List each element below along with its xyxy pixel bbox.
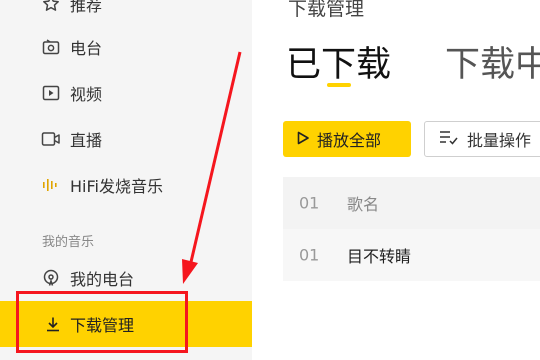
row-num: 01 [299,245,320,265]
sidebar-item-label: HiFi发烧音乐 [70,177,163,196]
tab-downloading[interactable]: 下载中 [445,36,540,87]
row-song-title: 目不转睛 [347,247,412,266]
section-label-my-music: 我的音乐 [42,235,95,250]
star-icon [40,0,62,15]
table-header: 01 歌名 [283,177,540,229]
sidebar-item-label: 电台 [70,39,103,58]
sidebar-item-download-manager[interactable]: 下载管理 [0,301,252,347]
sidebar: 推荐 电台 视频 直播 HiFi发烧音乐 我的音乐 我的电台 下载管理 [0,0,252,360]
sidebar-item-hifi[interactable]: HiFi发烧音乐 [0,162,252,208]
checklist-icon [439,129,459,149]
sidebar-item-recommend[interactable]: 推荐 [0,0,252,27]
page-title: 下载管理 [288,0,365,20]
podcast-icon [40,267,62,289]
sidebar-item-video[interactable]: 视频 [0,70,252,116]
sidebar-item-label: 下载管理 [70,316,135,335]
sidebar-item-label: 我的电台 [70,270,135,289]
play-all-label: 播放全部 [317,131,382,150]
download-icon [42,313,64,335]
sidebar-item-label: 视频 [70,85,103,104]
play-all-button[interactable]: 播放全部 [283,121,411,157]
video-icon [40,82,62,104]
sidebar-item-label: 直播 [70,131,103,150]
play-icon [297,130,309,149]
table-row[interactable]: 01 目不转睛 [283,229,540,281]
header-song-title: 歌名 [347,195,380,214]
radio-icon [40,36,62,58]
sidebar-item-radio[interactable]: 电台 [0,24,252,70]
sidebar-item-live[interactable]: 直播 [0,116,252,162]
tab-downloaded[interactable]: 已下载 [286,36,391,87]
batch-operation-label: 批量操作 [467,131,532,150]
sidebar-item-my-radio[interactable]: 我的电台 [0,255,252,301]
sidebar-item-label: 推荐 [70,0,103,15]
live-camera-icon [40,128,62,150]
header-num: 01 [299,193,320,213]
hifi-wave-icon [40,174,62,196]
active-tab-indicator [327,83,351,87]
batch-operation-button[interactable]: 批量操作 [424,121,540,157]
